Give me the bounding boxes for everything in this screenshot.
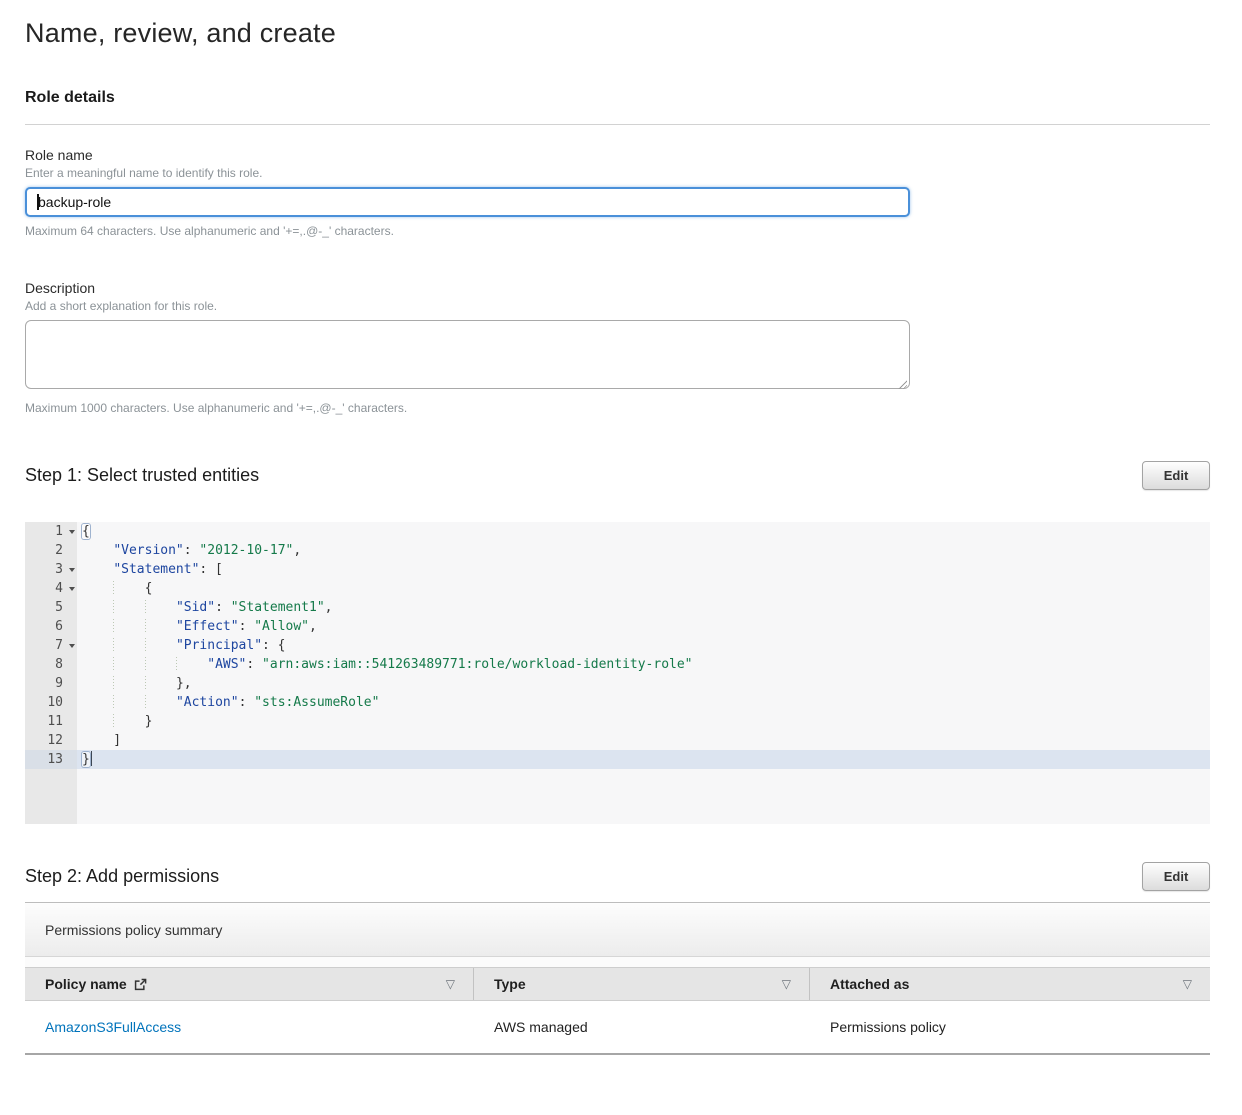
page-title: Name, review, and create [25, 18, 1210, 49]
editor-line[interactable]: 5 "Sid": "Statement1", [25, 598, 1210, 617]
permissions-panel-header: Permissions policy summary [25, 903, 1210, 957]
description-textarea[interactable] [25, 320, 910, 389]
editor-line[interactable]: 3 "Statement": [ [25, 560, 1210, 579]
filter-dropdown-icon[interactable]: ▽ [1183, 977, 1192, 991]
column-header-type: Type ▽ [474, 968, 810, 1000]
line-number: 7 [25, 636, 77, 655]
editor-line[interactable]: 11 } [25, 712, 1210, 731]
editor-line[interactable]: 4 { [25, 579, 1210, 598]
editor-line[interactable]: 13} [25, 750, 1210, 769]
section-divider [25, 124, 1210, 125]
cell-attached-as: Permissions policy [810, 1019, 1210, 1035]
role-name-label: Role name [25, 147, 1210, 163]
editor-line[interactable]: 1{ [25, 522, 1210, 541]
policy-editor[interactable]: 1{2 "Version": "2012-10-17",3 "Statement… [25, 522, 1210, 824]
fold-arrow-icon[interactable] [69, 530, 75, 534]
editor-line[interactable]: 6 "Effect": "Allow", [25, 617, 1210, 636]
line-number: 10 [25, 693, 77, 712]
editor-line[interactable]: 9 }, [25, 674, 1210, 693]
table-row: AmazonS3FullAccess AWS managed Permissio… [25, 1001, 1210, 1055]
filter-dropdown-icon[interactable]: ▽ [446, 977, 455, 991]
editor-line[interactable]: 7 "Principal": { [25, 636, 1210, 655]
line-number: 8 [25, 655, 77, 674]
cell-policy-name: AmazonS3FullAccess [25, 1019, 474, 1035]
policy-name-link[interactable]: AmazonS3FullAccess [45, 1019, 181, 1035]
table-spacer [25, 957, 1210, 967]
line-number: 5 [25, 598, 77, 617]
editor-line[interactable]: 10 "Action": "sts:AssumeRole" [25, 693, 1210, 712]
permissions-panel-title: Permissions policy summary [45, 922, 222, 938]
column-label: Type [494, 976, 526, 992]
editor-line[interactable]: 8 "AWS": "arn:aws:iam::541263489771:role… [25, 655, 1210, 674]
line-number: 11 [25, 712, 77, 731]
filter-dropdown-icon[interactable]: ▽ [782, 977, 791, 991]
policy-table-header: Policy name ▽ Type ▽ Attached as ▽ [25, 967, 1210, 1001]
editor-code-line: } [77, 712, 1210, 731]
description-label: Description [25, 280, 1210, 296]
column-label: Policy name [45, 976, 127, 992]
editor-code-line: "Sid": "Statement1", [77, 598, 1210, 617]
editor-code-line: "AWS": "arn:aws:iam::541263489771:role/w… [77, 655, 1210, 674]
column-label: Attached as [830, 976, 909, 992]
role-name-input-wrap [25, 187, 910, 217]
step2-header: Step 2: Add permissions Edit [25, 862, 1210, 891]
step2-title: Step 2: Add permissions [25, 866, 219, 887]
role-name-hint: Enter a meaningful name to identify this… [25, 166, 1210, 180]
editor-code-line: { [77, 579, 1210, 598]
step1-title: Step 1: Select trusted entities [25, 465, 259, 486]
editor-code-line: "Effect": "Allow", [77, 617, 1210, 636]
line-number: 1 [25, 522, 77, 541]
description-hint: Add a short explanation for this role. [25, 299, 1210, 313]
editor-code-line: "Principal": { [77, 636, 1210, 655]
editor-code-line: "Action": "sts:AssumeRole" [77, 693, 1210, 712]
line-number: 2 [25, 541, 77, 560]
line-number: 9 [25, 674, 77, 693]
editor-code-line: "Version": "2012-10-17", [77, 541, 1210, 560]
step2-edit-button[interactable]: Edit [1142, 862, 1210, 891]
line-number: 4 [25, 579, 77, 598]
role-name-input[interactable] [25, 187, 910, 217]
description-textarea-wrap [25, 320, 910, 394]
editor-code-line: "Statement": [ [77, 560, 1210, 579]
page-container: Name, review, and create Role details Ro… [0, 0, 1242, 1115]
editor-cursor [91, 751, 93, 766]
step1-edit-button[interactable]: Edit [1142, 461, 1210, 490]
editor-line[interactable]: 2 "Version": "2012-10-17", [25, 541, 1210, 560]
role-name-constraint: Maximum 64 characters. Use alphanumeric … [25, 224, 1210, 238]
description-constraint: Maximum 1000 characters. Use alphanumeri… [25, 401, 1210, 415]
editor-code-line: { [77, 522, 1210, 541]
column-header-attached-as: Attached as ▽ [810, 968, 1210, 1000]
line-number: 3 [25, 560, 77, 579]
line-number: 13 [25, 750, 77, 769]
step1-header: Step 1: Select trusted entities Edit [25, 461, 1210, 490]
fold-arrow-icon[interactable] [69, 587, 75, 591]
fold-arrow-icon[interactable] [69, 644, 75, 648]
external-link-icon [134, 978, 147, 991]
line-number: 6 [25, 617, 77, 636]
editor-code-line: }, [77, 674, 1210, 693]
editor-line[interactable]: 12 ] [25, 731, 1210, 750]
editor-code-line: } [77, 750, 1210, 769]
column-header-policy-name: Policy name ▽ [25, 968, 474, 1000]
line-number: 12 [25, 731, 77, 750]
cell-type: AWS managed [474, 1019, 810, 1035]
role-details-heading: Role details [25, 89, 1210, 107]
editor-code-line: ] [77, 731, 1210, 750]
fold-arrow-icon[interactable] [69, 568, 75, 572]
